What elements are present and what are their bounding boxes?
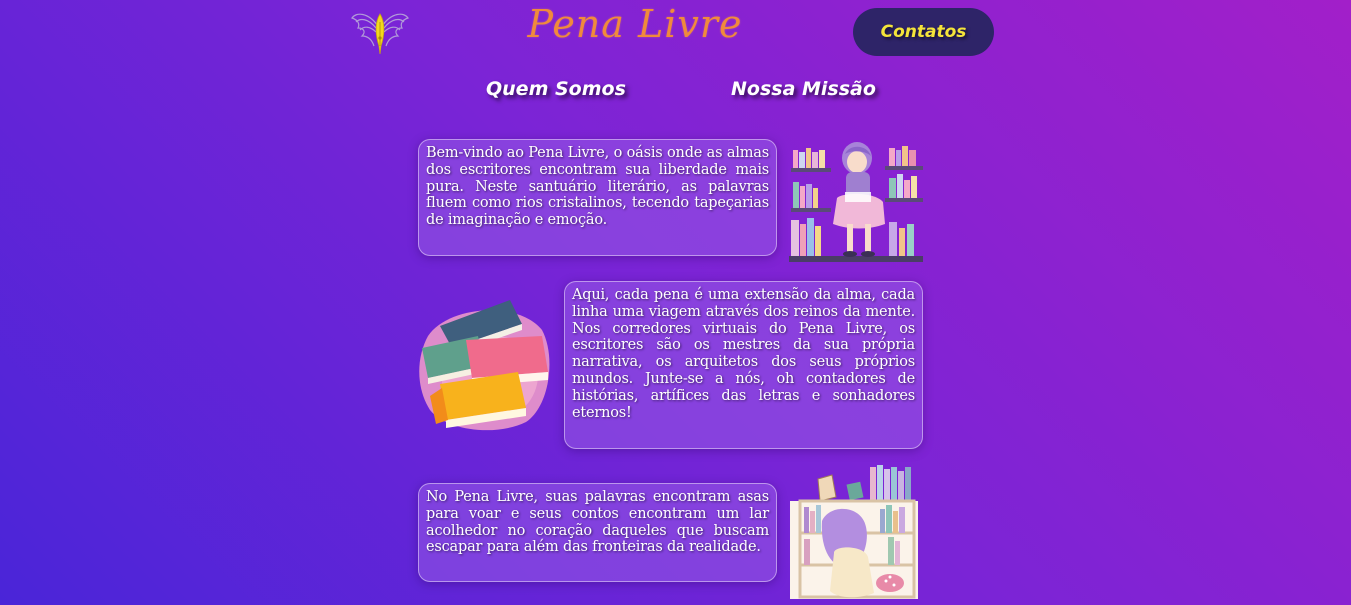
contacts-button[interactable]: Contatos [853,8,994,56]
intro-card: Bem-vindo ao Pena Livre, o oásis onde as… [418,139,777,256]
nav-link-quem-somos[interactable]: Quem Somos [486,78,626,108]
brand-title[interactable]: Pena Livre [480,2,790,48]
mission-card: Aqui, cada pena é uma extensão da alma, … [564,281,923,449]
girl-at-bookshelf-illustration-icon [790,465,918,599]
logo-winged-pen-icon[interactable] [350,8,410,60]
girl-reading-bookshelf-illustration-icon [789,138,923,262]
stack-of-books-illustration-icon [418,296,552,432]
nav-link-nossa-missao[interactable]: Nossa Missão [731,78,876,108]
closing-card: No Pena Livre, suas palavras encontram a… [418,483,777,582]
